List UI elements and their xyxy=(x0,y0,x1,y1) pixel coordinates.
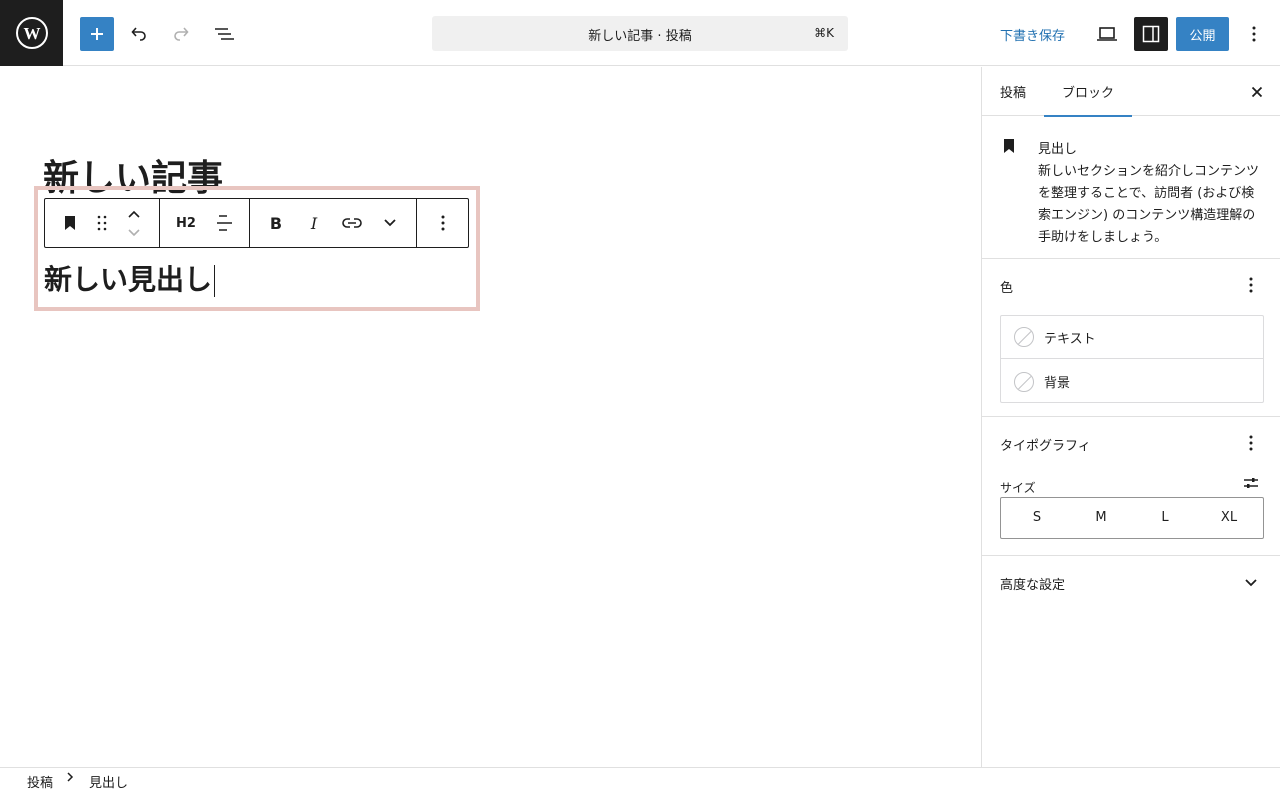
chevron-down-icon xyxy=(384,219,396,227)
command-shortcut: ⌘K xyxy=(814,26,834,40)
toolbar-group-format: B I xyxy=(250,199,417,247)
link-button[interactable] xyxy=(340,211,364,235)
color-item-text[interactable]: テキスト xyxy=(1001,316,1263,359)
heading-block-text: 新しい見出し xyxy=(44,263,213,296)
wordpress-logo[interactable]: W xyxy=(0,0,63,66)
wordpress-icon: W xyxy=(15,17,48,49)
advanced-panel-toggle[interactable] xyxy=(1239,571,1263,595)
block-toolbar: H2 B I xyxy=(44,198,469,248)
size-option-l[interactable]: L xyxy=(1145,510,1185,525)
chevron-right-icon xyxy=(66,771,74,787)
ellipsis-vertical-icon xyxy=(1252,26,1256,42)
editor-header: W 新しい記事 · 投稿 ⌘K 下書き保存 公開 xyxy=(0,0,1280,66)
sidebar-icon xyxy=(1142,25,1160,43)
svg-text:B: B xyxy=(270,214,282,232)
close-sidebar-button[interactable] xyxy=(1245,80,1269,104)
color-settings: テキスト 背景 xyxy=(1000,315,1264,403)
block-card: 見出し 新しいセクションを紹介しコンテンツを整理することで、訪問者 (および検索… xyxy=(982,116,1280,259)
text-caret xyxy=(214,265,216,297)
chevron-down-icon xyxy=(128,229,140,237)
toolbar-group-options xyxy=(417,199,470,247)
plus-icon xyxy=(91,28,103,40)
ellipsis-vertical-icon xyxy=(441,215,445,231)
settings-sidebar-toggle[interactable] xyxy=(1134,17,1168,51)
list-view-icon xyxy=(215,28,234,40)
advanced-panel[interactable]: 高度な設定 xyxy=(982,556,1280,612)
align-left-icon xyxy=(217,215,232,231)
size-option-s[interactable]: S xyxy=(1017,510,1057,525)
size-option-m[interactable]: M xyxy=(1081,510,1121,525)
tab-post[interactable]: 投稿 xyxy=(982,67,1044,116)
close-icon xyxy=(1251,86,1263,98)
custom-size-button[interactable] xyxy=(1239,471,1263,495)
block-card-icon xyxy=(1002,138,1016,158)
block-options-button[interactable] xyxy=(431,211,455,235)
ellipsis-vertical-icon xyxy=(1249,435,1253,451)
svg-text:I: I xyxy=(310,214,318,232)
undo-icon xyxy=(131,27,146,41)
align-button[interactable] xyxy=(212,211,236,235)
font-size-picker: S M L XL xyxy=(1000,497,1264,539)
size-option-xl[interactable]: XL xyxy=(1209,510,1249,525)
drag-handle-icon xyxy=(97,215,107,231)
document-title: 新しい記事 · 投稿 xyxy=(588,29,692,44)
heading-level-button[interactable]: H2 xyxy=(172,211,200,235)
tab-block[interactable]: ブロック xyxy=(1044,67,1133,117)
color-item-label: テキスト xyxy=(1044,331,1096,347)
font-size-label: サイズ xyxy=(1000,481,1036,495)
color-item-background[interactable]: 背景 xyxy=(1001,360,1263,403)
bold-button[interactable]: B xyxy=(264,211,288,235)
color-panel-title: 色 xyxy=(1000,281,1014,296)
redo-icon xyxy=(174,27,189,41)
breadcrumb-item-heading: 見出し xyxy=(89,776,129,790)
empty-swatch-icon xyxy=(1014,327,1034,347)
move-up-button[interactable] xyxy=(122,205,146,223)
italic-button[interactable]: I xyxy=(302,211,326,235)
breadcrumb-item-post[interactable]: 投稿 xyxy=(27,772,53,790)
publish-button[interactable]: 公開 xyxy=(1176,17,1229,51)
toolbar-group-heading: H2 xyxy=(160,199,250,247)
chevron-up-icon xyxy=(128,210,140,218)
block-breadcrumb: 投稿 見出し xyxy=(0,767,1280,790)
more-formats-button[interactable] xyxy=(378,211,402,235)
color-item-label: 背景 xyxy=(1044,376,1071,391)
link-icon xyxy=(342,218,362,228)
typography-panel-options[interactable] xyxy=(1239,431,1263,455)
settings-sliders-icon xyxy=(1244,478,1258,488)
ellipsis-vertical-icon xyxy=(1249,277,1253,293)
redo-button[interactable] xyxy=(164,17,198,51)
block-card-description: 新しいセクションを紹介しコンテンツを整理することで、訪問者 (および検索エンジン… xyxy=(1038,164,1260,245)
typography-panel-title: タイポグラフィ xyxy=(1000,439,1091,454)
typography-panel: タイポグラフィ サイズ S M L XL xyxy=(982,417,1280,556)
sidebar-tabs: 投稿 ブロック xyxy=(982,67,1280,117)
bookmark-icon xyxy=(1004,139,1014,153)
move-down-button[interactable] xyxy=(122,224,146,242)
editor-canvas: 新しい記事 xyxy=(0,67,981,767)
preview-button[interactable] xyxy=(1090,17,1124,51)
advanced-panel-title: 高度な設定 xyxy=(1000,578,1066,593)
color-panel: 色 テキスト 背景 xyxy=(982,259,1280,417)
drag-handle[interactable] xyxy=(90,211,114,235)
desktop-icon xyxy=(1097,27,1117,41)
svg-text:W: W xyxy=(23,24,40,43)
italic-icon: I xyxy=(310,214,318,232)
add-block-button[interactable] xyxy=(80,17,114,51)
toolbar-group-block xyxy=(45,199,160,247)
command-palette-bar[interactable]: 新しい記事 · 投稿 ⌘K xyxy=(432,16,848,51)
undo-button[interactable] xyxy=(122,17,156,51)
block-card-title: 見出し xyxy=(1038,142,1078,157)
save-draft-button[interactable]: 下書き保存 xyxy=(1000,25,1065,44)
heading-block[interactable]: 新しい見出し xyxy=(44,258,216,298)
color-panel-options[interactable] xyxy=(1239,273,1263,297)
empty-swatch-icon xyxy=(1014,371,1034,392)
list-view-button[interactable] xyxy=(207,17,241,51)
chevron-down-icon xyxy=(1245,579,1257,587)
block-type-button[interactable] xyxy=(58,211,82,235)
options-button[interactable] xyxy=(1237,17,1271,51)
settings-sidebar: 投稿 ブロック 見出し 新しいセクションを紹介しコンテンツを整理することで、訪問… xyxy=(981,67,1280,767)
bold-icon: B xyxy=(270,214,282,232)
bookmark-icon xyxy=(65,216,75,230)
